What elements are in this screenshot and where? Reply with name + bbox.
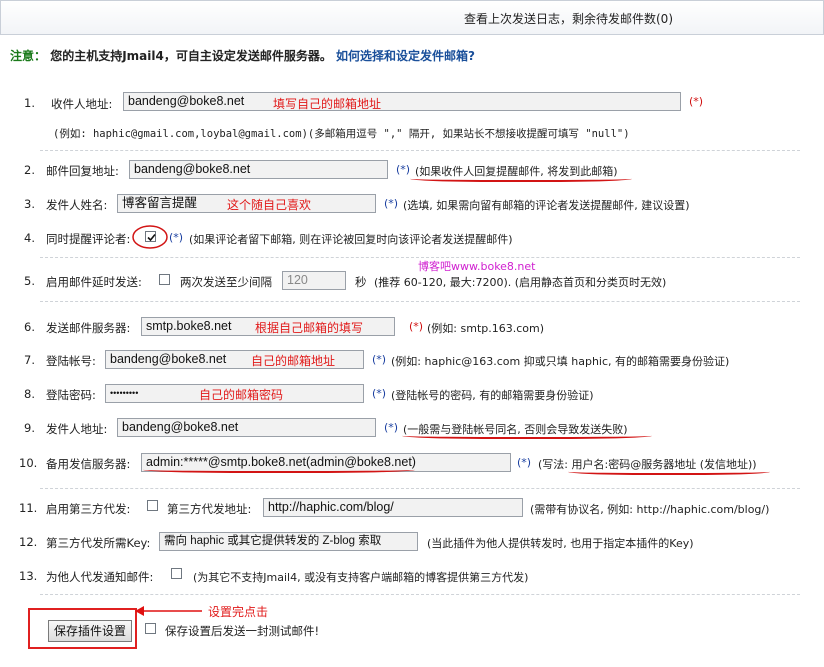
row-number: 5.	[24, 274, 35, 288]
required-marker: (*)	[396, 163, 411, 176]
login-annotation: 自己的邮箱地址	[251, 354, 336, 368]
third-party-hint: (需带有协议名, 例如: http://haphic.com/blog/)	[530, 503, 770, 516]
delay-interval-label: 两次发送至少间隔	[180, 275, 272, 289]
delay-seconds-input[interactable]: 120	[282, 271, 346, 290]
third-party-checkbox[interactable]	[147, 500, 158, 511]
notify-commenter-checkbox[interactable]	[145, 231, 156, 242]
test-mail-checkbox[interactable]	[145, 623, 156, 634]
password-label: 登陆密码:	[46, 388, 96, 402]
proxy-notify-label: 为他人代发通知邮件:	[46, 570, 154, 584]
test-mail-label: 保存设置后发送一封测试邮件!	[165, 624, 320, 638]
third-party-key-input[interactable]: 需向 haphic 或其它提供转发的 Z-blog 索取	[159, 532, 418, 551]
required-marker: (*)	[689, 95, 704, 108]
notice-line: 注意： 您的主机支持Jmail4，可自主设定发送邮件服务器。 如何选择和设定发件…	[10, 47, 475, 64]
sender-name-label: 发件人姓名:	[46, 198, 108, 212]
password-annotation: 自己的邮箱密码	[199, 388, 284, 402]
third-party-key-label: 第三方代发所需Key:	[46, 536, 151, 550]
help-link[interactable]: 如何选择和设定发件邮箱?	[336, 49, 475, 63]
divider	[40, 594, 800, 595]
recipient-hint: (例如: haphic@gmail.com,loybal@gmail.com)(…	[53, 128, 630, 140]
divider	[40, 150, 800, 151]
recipient-label: 收件人地址:	[51, 97, 113, 111]
divider	[40, 301, 800, 302]
row-number: 6.	[24, 320, 35, 334]
sender-address-label: 发件人地址:	[46, 422, 108, 436]
required-marker: (*)	[384, 197, 399, 210]
row-number: 7.	[24, 353, 35, 367]
divider	[40, 488, 800, 489]
row-number: 4.	[24, 231, 35, 245]
required-marker: (*)	[409, 320, 424, 333]
notice-label: 注意：	[10, 49, 47, 63]
reply-label: 邮件回复地址:	[46, 164, 119, 178]
third-party-key-hint: (当此插件为他人提供转发时, 也用于指定本插件的Key)	[427, 537, 694, 550]
save-settings-button[interactable]: 保存插件设置	[48, 620, 132, 642]
delay-hint: (推荐 60-120, 最大:7200). (启用静态首页和分类页时无效)	[374, 276, 667, 289]
smtp-annotation: 根据自己邮箱的填写	[255, 321, 364, 335]
top-bar: 查看上次发送日志，剩余待发邮件数(0)	[0, 0, 824, 35]
third-party-label: 启用第三方代发:	[46, 502, 131, 516]
row-number: 9.	[24, 421, 35, 435]
row-number: 1.	[24, 96, 35, 110]
smtp-label: 发送邮件服务器:	[46, 321, 131, 335]
proxy-notify-hint: (为其它不支持Jmail4, 或没有支持客户端邮箱的博客提供第三方代发)	[193, 571, 529, 584]
notify-commenter-hint: (如果评论者留下邮箱, 则在评论被回复时向该评论者发送提醒邮件)	[189, 233, 513, 246]
check-icon	[147, 233, 156, 242]
red-underline	[402, 431, 652, 439]
send-log-link[interactable]: 查看上次发送日志，剩余待发邮件数(0)	[464, 10, 673, 27]
delay-label: 启用邮件延时发送:	[46, 275, 142, 289]
row-number: 2.	[24, 163, 35, 177]
row-number: 13.	[19, 569, 38, 583]
row-number: 11.	[19, 501, 38, 515]
required-marker: (*)	[372, 353, 387, 366]
password-hint: (登陆帐号的密码, 有的邮箱需要身份验证)	[391, 389, 594, 402]
delay-checkbox[interactable]	[159, 274, 170, 285]
watermark: 博客吧www.boke8.net	[418, 260, 536, 273]
sender-name-hint: (选填, 如果需向留有邮箱的评论者发送提醒邮件, 建议设置)	[403, 199, 690, 212]
arrow-icon	[135, 606, 202, 616]
row-number: 3.	[24, 197, 35, 211]
row-number: 10.	[19, 456, 38, 470]
red-underline	[143, 465, 415, 473]
sender-address-input[interactable]: bandeng@boke8.net	[117, 418, 376, 437]
required-marker: (*)	[372, 387, 387, 400]
login-label: 登陆帐号:	[46, 354, 96, 368]
red-underline	[568, 467, 770, 475]
seconds-unit: 秒	[355, 275, 367, 289]
recipient-annotation: 填写自己的邮箱地址	[273, 97, 382, 111]
save-annotation: 设置完点击	[208, 605, 269, 619]
proxy-notify-checkbox[interactable]	[171, 568, 182, 579]
third-party-address-label: 第三方代发地址:	[167, 502, 252, 516]
required-marker: (*)	[169, 231, 184, 244]
notify-commenter-label: 同时提醒评论者:	[46, 232, 131, 246]
required-marker: (*)	[384, 421, 399, 434]
red-underline	[410, 174, 632, 182]
smtp-hint: (例如: smtp.163.com)	[427, 322, 545, 335]
notice-text: 您的主机支持Jmail4，可自主设定发送邮件服务器。	[50, 49, 332, 63]
backup-server-label: 备用发信服务器:	[46, 457, 131, 471]
login-hint: (例如: haphic@163.com 抑或只填 haphic, 有的邮箱需要身…	[391, 355, 730, 368]
recipient-input[interactable]: bandeng@boke8.net	[123, 92, 681, 111]
row-number: 12.	[19, 535, 38, 549]
third-party-address-input[interactable]: http://haphic.com/blog/	[263, 498, 523, 517]
row-number: 8.	[24, 387, 35, 401]
sender-name-annotation: 这个随自己喜欢	[227, 198, 312, 212]
required-marker: (*)	[517, 456, 532, 469]
reply-input[interactable]: bandeng@boke8.net	[129, 160, 388, 179]
